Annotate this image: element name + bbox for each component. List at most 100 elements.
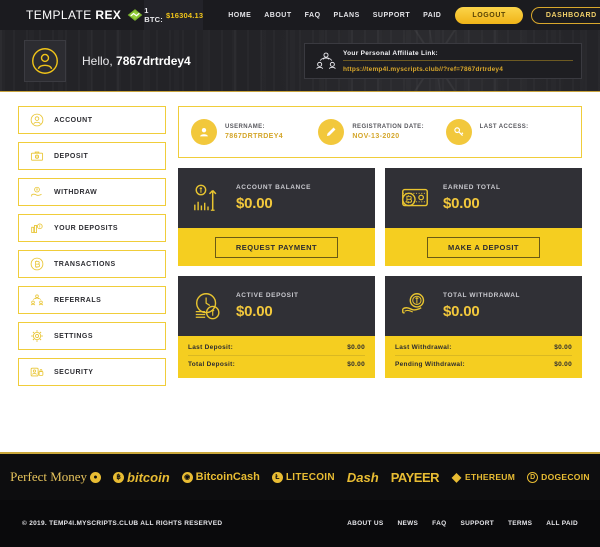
table-row: Last Deposit: $0.00 (188, 339, 365, 356)
card-amount: $0.00 (236, 195, 273, 212)
affiliate-title: Your Personal Affiliate Link: (343, 49, 439, 57)
row-label: Pending Withdrawal: (395, 361, 465, 368)
info-value (480, 133, 529, 141)
greeting-prefix: Hello, (82, 53, 117, 68)
btc-label: 1 BTC: (144, 6, 163, 24)
btc-price-widget: 1 BTC: $16304.13 (144, 0, 204, 30)
sidebar-item-label: WITHDRAW (54, 188, 98, 196)
footer-link-all-paid[interactable]: ALL PAID (546, 520, 578, 527)
info-label: USERNAME: (225, 123, 265, 130)
row-value: $0.00 (347, 343, 365, 351)
users-network-icon (313, 50, 339, 72)
payment-methods-bar: Perfect Money ● ฿ bitcoin ◉ BitcoinCash … (0, 452, 600, 500)
sidebar-item-label: TRANSACTIONS (54, 260, 116, 268)
account-info-bar: USERNAME: 7867DRTRDEY4 REGISTRATION DATE… (178, 106, 582, 158)
footer-link-news[interactable]: NEWS (397, 520, 418, 527)
footer-link-about-us[interactable]: ABOUT US (347, 520, 383, 527)
logo-text: TEMPLATE REX (26, 8, 122, 22)
logout-button[interactable]: LOGOUT (455, 6, 523, 24)
row-label: Last Withdrawal: (395, 343, 452, 351)
sidebar-item-label: ACCOUNT (54, 116, 93, 124)
sidebar-item-referrals[interactable]: REFERRALS (18, 286, 166, 314)
sidebar-item-label: SECURITY (54, 368, 94, 376)
avatar[interactable] (24, 39, 66, 82)
nav-item-support[interactable]: SUPPORT (373, 12, 410, 19)
payment-logo-label: DOGECOIN (541, 472, 590, 482)
table-row: Total Deposit: $0.00 (188, 356, 365, 373)
row-value: $0.00 (347, 361, 365, 368)
info-cell-username: USERNAME: 7867DRTRDEY4 (191, 119, 314, 145)
id-lock-icon (29, 365, 44, 380)
card-title: TOTAL WITHDRAWAL (443, 292, 521, 299)
summary-cards-row-1: ACCOUNT BALANCE $0.00 REQUEST PAYMENT EA… (178, 168, 582, 266)
table-row: Pending Withdrawal: $0.00 (395, 356, 572, 373)
card-title: ACCOUNT BALANCE (236, 184, 312, 191)
card-title: EARNED TOTAL (443, 184, 501, 191)
payment-logo-label: PAYEER (390, 469, 440, 485)
gear-icon (29, 329, 44, 344)
wallet-bitcoin-icon (399, 182, 431, 214)
card-amount: $0.00 (443, 195, 480, 212)
footer-link-support[interactable]: SUPPORT (460, 520, 494, 527)
payment-ethereum: ◆ ETHEREUM (451, 470, 515, 484)
btc-value: $16304.13 (165, 10, 204, 20)
greeting-username: 7867drtrdey4 (116, 53, 191, 68)
make-deposit-button[interactable]: MAKE A DEPOSIT (426, 236, 541, 258)
hero-banner: Hello, 7867drtrdey4 Your Personal Affili… (0, 30, 600, 92)
user-circle-icon (29, 113, 44, 128)
user-icon (191, 119, 217, 145)
sidebar-item-deposit[interactable]: DEPOSIT (18, 142, 166, 170)
footer-link-faq[interactable]: FAQ (432, 520, 446, 527)
nav-item-plans[interactable]: PLANS (334, 12, 360, 19)
card-amount: $0.00 (443, 303, 480, 320)
summary-cards-row-2: ACTIVE DEPOSIT $0.00 Last Deposit: $0.00… (178, 276, 582, 378)
card-amount: $0.00 (236, 303, 273, 320)
sidebar-item-settings[interactable]: SETTINGS (18, 322, 166, 350)
hand-coin-icon (29, 185, 44, 200)
nav-item-paid[interactable]: PAID (423, 12, 441, 19)
perfect-money-icon: ● (90, 471, 102, 483)
footer-link-terms[interactable]: TERMS (508, 520, 532, 527)
sidebar-item-label: SETTINGS (54, 332, 94, 340)
payment-bitcoincash: ◉ BitcoinCash (181, 471, 260, 483)
sidebar-item-label: YOUR DEPOSITS (54, 224, 119, 232)
header-actions: LOGOUT DASHBOARD (455, 6, 600, 24)
info-label: REGISTRATION DATE: (352, 123, 424, 130)
affiliate-url[interactable]: https://temp4l.myscripts.club//?ref=7867… (343, 59, 573, 73)
site-logo[interactable]: TEMPLATE REX (0, 0, 145, 30)
sidebar-item-transactions[interactable]: TRANSACTIONS (18, 250, 166, 278)
sidebar-item-withdraw[interactable]: WITHDRAW (18, 178, 166, 206)
info-value: 7867DRTRDEY4 (225, 132, 284, 140)
key-icon (445, 119, 472, 145)
footer-links: ABOUT US NEWS FAQ SUPPORT TERMS ALL PAID (347, 520, 578, 527)
sidebar-item-account[interactable]: ACCOUNT (18, 106, 166, 134)
main-content: ACCOUNT DEPOSIT WITHDRAW YOUR DEPOSITS T… (0, 92, 600, 452)
nav-item-home[interactable]: HOME (228, 12, 251, 19)
card-active-deposit: ACTIVE DEPOSIT $0.00 Last Deposit: $0.00… (178, 276, 375, 378)
chart-money-icon (29, 221, 44, 236)
info-value: NOV-13-2020 (352, 132, 400, 140)
ethereum-icon: ◆ (451, 470, 462, 484)
row-value: $0.00 (554, 361, 572, 368)
card-total-withdrawal: TOTAL WITHDRAWAL $0.00 Last Withdrawal: … (385, 276, 582, 378)
bitcoin-circle-icon (29, 257, 44, 272)
sidebar-item-security[interactable]: SECURITY (18, 358, 166, 386)
greeting: Hello, 7867drtrdey4 (82, 54, 191, 68)
sidebar-item-label: DEPOSIT (54, 152, 89, 160)
site-footer: © 2019. TEMP4l.MYSCRIPTS.CLUB ALL RIGHTS… (0, 500, 600, 547)
dashboard-button[interactable]: DASHBOARD (530, 6, 600, 24)
payment-logo-label: LITECOIN (285, 471, 335, 483)
row-label: Last Deposit: (188, 343, 234, 351)
card-title: ACTIVE DEPOSIT (236, 292, 299, 299)
row-label: Total Deposit: (188, 361, 236, 368)
payment-perfect-money: Perfect Money ● (10, 469, 102, 485)
nav-item-about[interactable]: ABOUT (264, 12, 291, 19)
litecoin-icon: Ł (271, 471, 283, 483)
chart-dollar-icon (192, 182, 224, 214)
payment-dash: Dash (347, 470, 379, 485)
request-payment-button[interactable]: REQUEST PAYMENT (214, 236, 339, 258)
dogecoin-icon: D (527, 471, 539, 483)
sidebar-item-your-deposits[interactable]: YOUR DEPOSITS (18, 214, 166, 242)
nav-item-faq[interactable]: FAQ (305, 12, 321, 19)
briefcase-dollar-icon (29, 149, 44, 164)
